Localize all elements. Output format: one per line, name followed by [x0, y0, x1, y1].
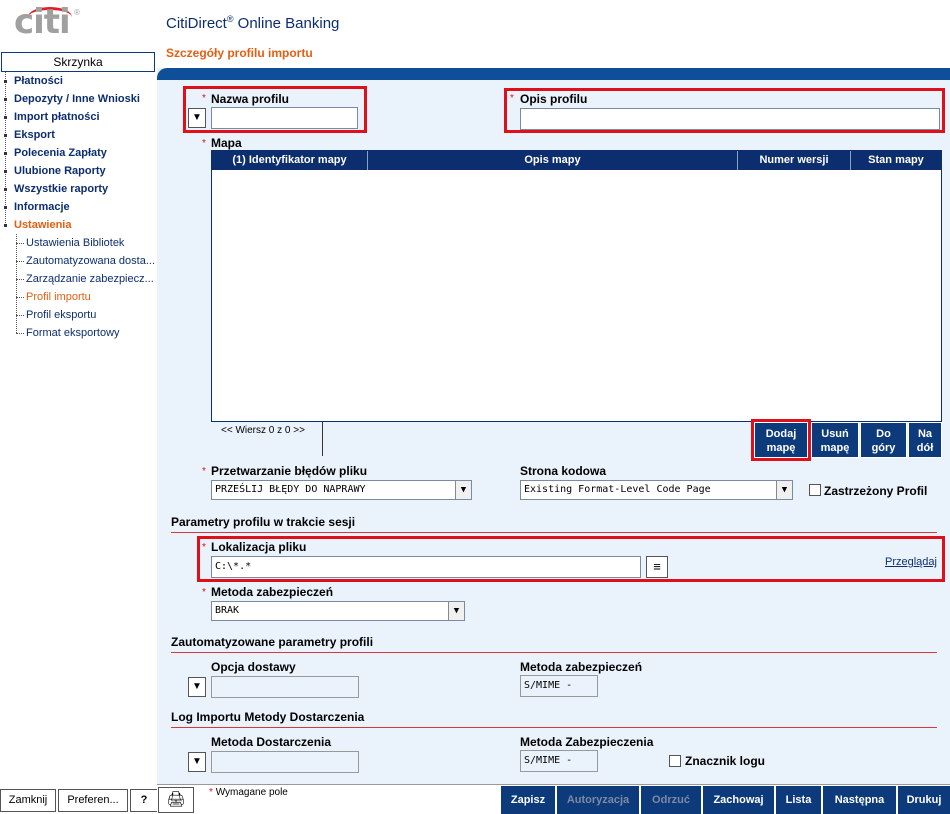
profile-name-dropdown-button[interactable]: ▼	[188, 108, 206, 128]
nav-item-deposits[interactable]: Depozyty / Inne Wnioski	[0, 90, 156, 108]
main-panel: * Nazwa profilu ▼ * Opis profilu * Mapa …	[157, 68, 950, 784]
sub-item-import-profile[interactable]: Profil importu	[0, 288, 156, 306]
delivery-option-label: Opcja dostawy	[211, 660, 296, 674]
profile-desc-input[interactable]	[520, 108, 940, 130]
delivery-method-dropdown-button[interactable]: ▼	[188, 752, 206, 772]
next-button[interactable]: Następna	[823, 786, 897, 814]
required-mark: *	[202, 542, 206, 553]
nav-item-export[interactable]: Eksport	[0, 126, 156, 144]
app-title: CitiDirect® Online Banking	[166, 14, 340, 32]
nav-item-payment-import[interactable]: Import płatności	[0, 108, 156, 126]
sub-item-export-format[interactable]: Format eksportowy	[0, 324, 156, 342]
nav-item-all-reports[interactable]: Wszystkie raporty	[0, 180, 156, 198]
restricted-profile-checkbox[interactable]	[809, 484, 821, 496]
delivery-method-label: Metoda Dostarczenia	[211, 735, 332, 749]
add-map-button[interactable]: Dodaj mapę	[754, 422, 808, 458]
nav-item-payments[interactable]: Płatności	[0, 72, 156, 90]
file-error-select[interactable]: PRZEŚLIJ BŁĘDY DO NAPRAWY ▼	[211, 480, 472, 500]
section-divider	[171, 532, 937, 533]
nav-item-favorite-reports[interactable]: Ulubione Raporty	[0, 162, 156, 180]
required-mark: *	[202, 138, 206, 149]
profile-name-label: Nazwa profilu	[211, 92, 290, 106]
logo-reg: ®	[74, 8, 80, 17]
required-mark: *	[202, 466, 206, 477]
triangle-down-icon: ▼	[192, 756, 202, 767]
reject-button: Odrzuć	[641, 786, 702, 814]
security-method-select[interactable]: BRAK ▼	[211, 601, 465, 621]
close-button[interactable]: Zamknij	[0, 789, 56, 812]
auto-security-label: Metoda zabezpieczeń	[520, 660, 643, 674]
pager-divider	[322, 422, 323, 456]
keep-button[interactable]: Zachowaj	[703, 786, 775, 814]
sub-item-automated-delivery[interactable]: Zautomatyzowana dosta...	[0, 252, 156, 270]
file-location-input[interactable]: C:\*.*	[211, 556, 641, 578]
move-up-button[interactable]: Do góry	[860, 422, 907, 458]
nav-item-settings[interactable]: Ustawienia	[0, 216, 156, 234]
delivery-method-input	[211, 751, 359, 773]
column-header[interactable]: (1) Identyfikator mapy	[212, 151, 368, 170]
triangle-down-icon: ▼	[192, 681, 202, 692]
nav-item-direct-debits[interactable]: Polecenia Zapłaty	[0, 144, 156, 162]
table-pager[interactable]: << Wiersz 0 z 0 >>	[221, 425, 305, 436]
map-table-header: (1) Identyfikator mapy Opis mapy Numer w…	[212, 151, 941, 170]
page-title: Szczegóły profilu importu	[166, 46, 313, 60]
file-error-label: Przetwarzanie błędów pliku	[211, 464, 368, 478]
preferences-button[interactable]: Preferen...	[58, 789, 128, 812]
column-header[interactable]: Stan mapy	[851, 151, 941, 170]
required-mark: *	[202, 587, 206, 598]
save-button[interactable]: Zapisz	[501, 786, 556, 814]
print-button[interactable]: Drukuj	[898, 786, 950, 814]
delivery-option-dropdown-button[interactable]: ▼	[188, 677, 206, 697]
sub-item-security-management[interactable]: Zarządzanie zabezpiecz...	[0, 270, 156, 288]
sub-item-export-profile[interactable]: Profil eksportu	[0, 306, 156, 324]
required-mark: *	[510, 93, 514, 104]
logo-text: citi	[14, 2, 71, 42]
auto-section-title: Zautomatyzowane parametry profili	[171, 635, 374, 649]
sub-item-library-settings[interactable]: Ustawienia Bibliotek	[0, 234, 156, 252]
profile-desc-label: Opis profilu	[520, 92, 588, 106]
auto-security-value: S/MIME -	[520, 675, 598, 697]
required-note: * Wymagane pole	[209, 787, 288, 798]
sidebar-buttons: Zamknij Preferen... ?	[0, 789, 158, 812]
panel-header-bar	[157, 68, 950, 80]
delivery-option-input	[211, 676, 359, 698]
nav-tree: Płatności Depozyty / Inne Wnioski Import…	[0, 72, 156, 342]
chevron-down-icon[interactable]: ▼	[776, 481, 792, 499]
citi-logo: citi ®	[14, 2, 84, 42]
restricted-profile-label: Zastrzeżony Profil	[824, 484, 928, 498]
session-section-title: Parametry profilu w trakcie sesji	[171, 515, 356, 529]
move-down-button[interactable]: Na dół	[908, 422, 942, 458]
section-divider	[171, 727, 937, 728]
column-header[interactable]: Numer wersji	[738, 151, 851, 170]
help-button[interactable]: ?	[130, 789, 158, 812]
codepage-label: Strona kodowa	[520, 464, 607, 478]
file-location-label: Lokalizacja pliku	[211, 540, 307, 554]
bottom-bar: 🖨 * Wymagane pole Zapisz Autoryzacja Odr…	[157, 784, 950, 814]
nav-item-information[interactable]: Informacje	[0, 198, 156, 216]
printer-icon[interactable]: 🖨	[158, 787, 194, 813]
triangle-down-icon: ▼	[192, 112, 202, 123]
chevron-down-icon[interactable]: ▼	[448, 602, 464, 620]
map-label: Mapa	[211, 136, 242, 150]
authorize-button: Autoryzacja	[557, 786, 640, 814]
list-icon[interactable]: ≡	[646, 556, 668, 578]
log-flag-label: Znacznik logu	[685, 754, 766, 768]
log-flag-checkbox[interactable]	[669, 755, 681, 767]
map-table: (1) Identyfikator mapy Opis mapy Numer w…	[211, 150, 942, 422]
log-security-label: Metoda Zabezpieczenia	[520, 735, 654, 749]
security-method-label: Metoda zabezpieczeń	[211, 585, 334, 599]
remove-map-button[interactable]: Usuń mapę	[811, 422, 859, 458]
codepage-select[interactable]: Existing Format-Level Code Page ▼	[520, 480, 793, 500]
sidebar: Skrzynka Płatności Depozyty / Inne Wnios…	[0, 52, 156, 342]
required-mark: *	[202, 93, 206, 104]
section-divider	[171, 652, 937, 653]
browse-link[interactable]: Przeglądaj	[885, 556, 937, 568]
inbox-button[interactable]: Skrzynka	[1, 52, 155, 72]
log-section-title: Log Importu Metody Dostarczenia	[171, 710, 365, 724]
profile-name-input[interactable]	[211, 107, 358, 129]
list-button[interactable]: Lista	[776, 786, 822, 814]
column-header[interactable]: Opis mapy	[368, 151, 738, 170]
log-security-value: S/MIME -	[520, 750, 598, 772]
chevron-down-icon[interactable]: ▼	[455, 481, 471, 499]
